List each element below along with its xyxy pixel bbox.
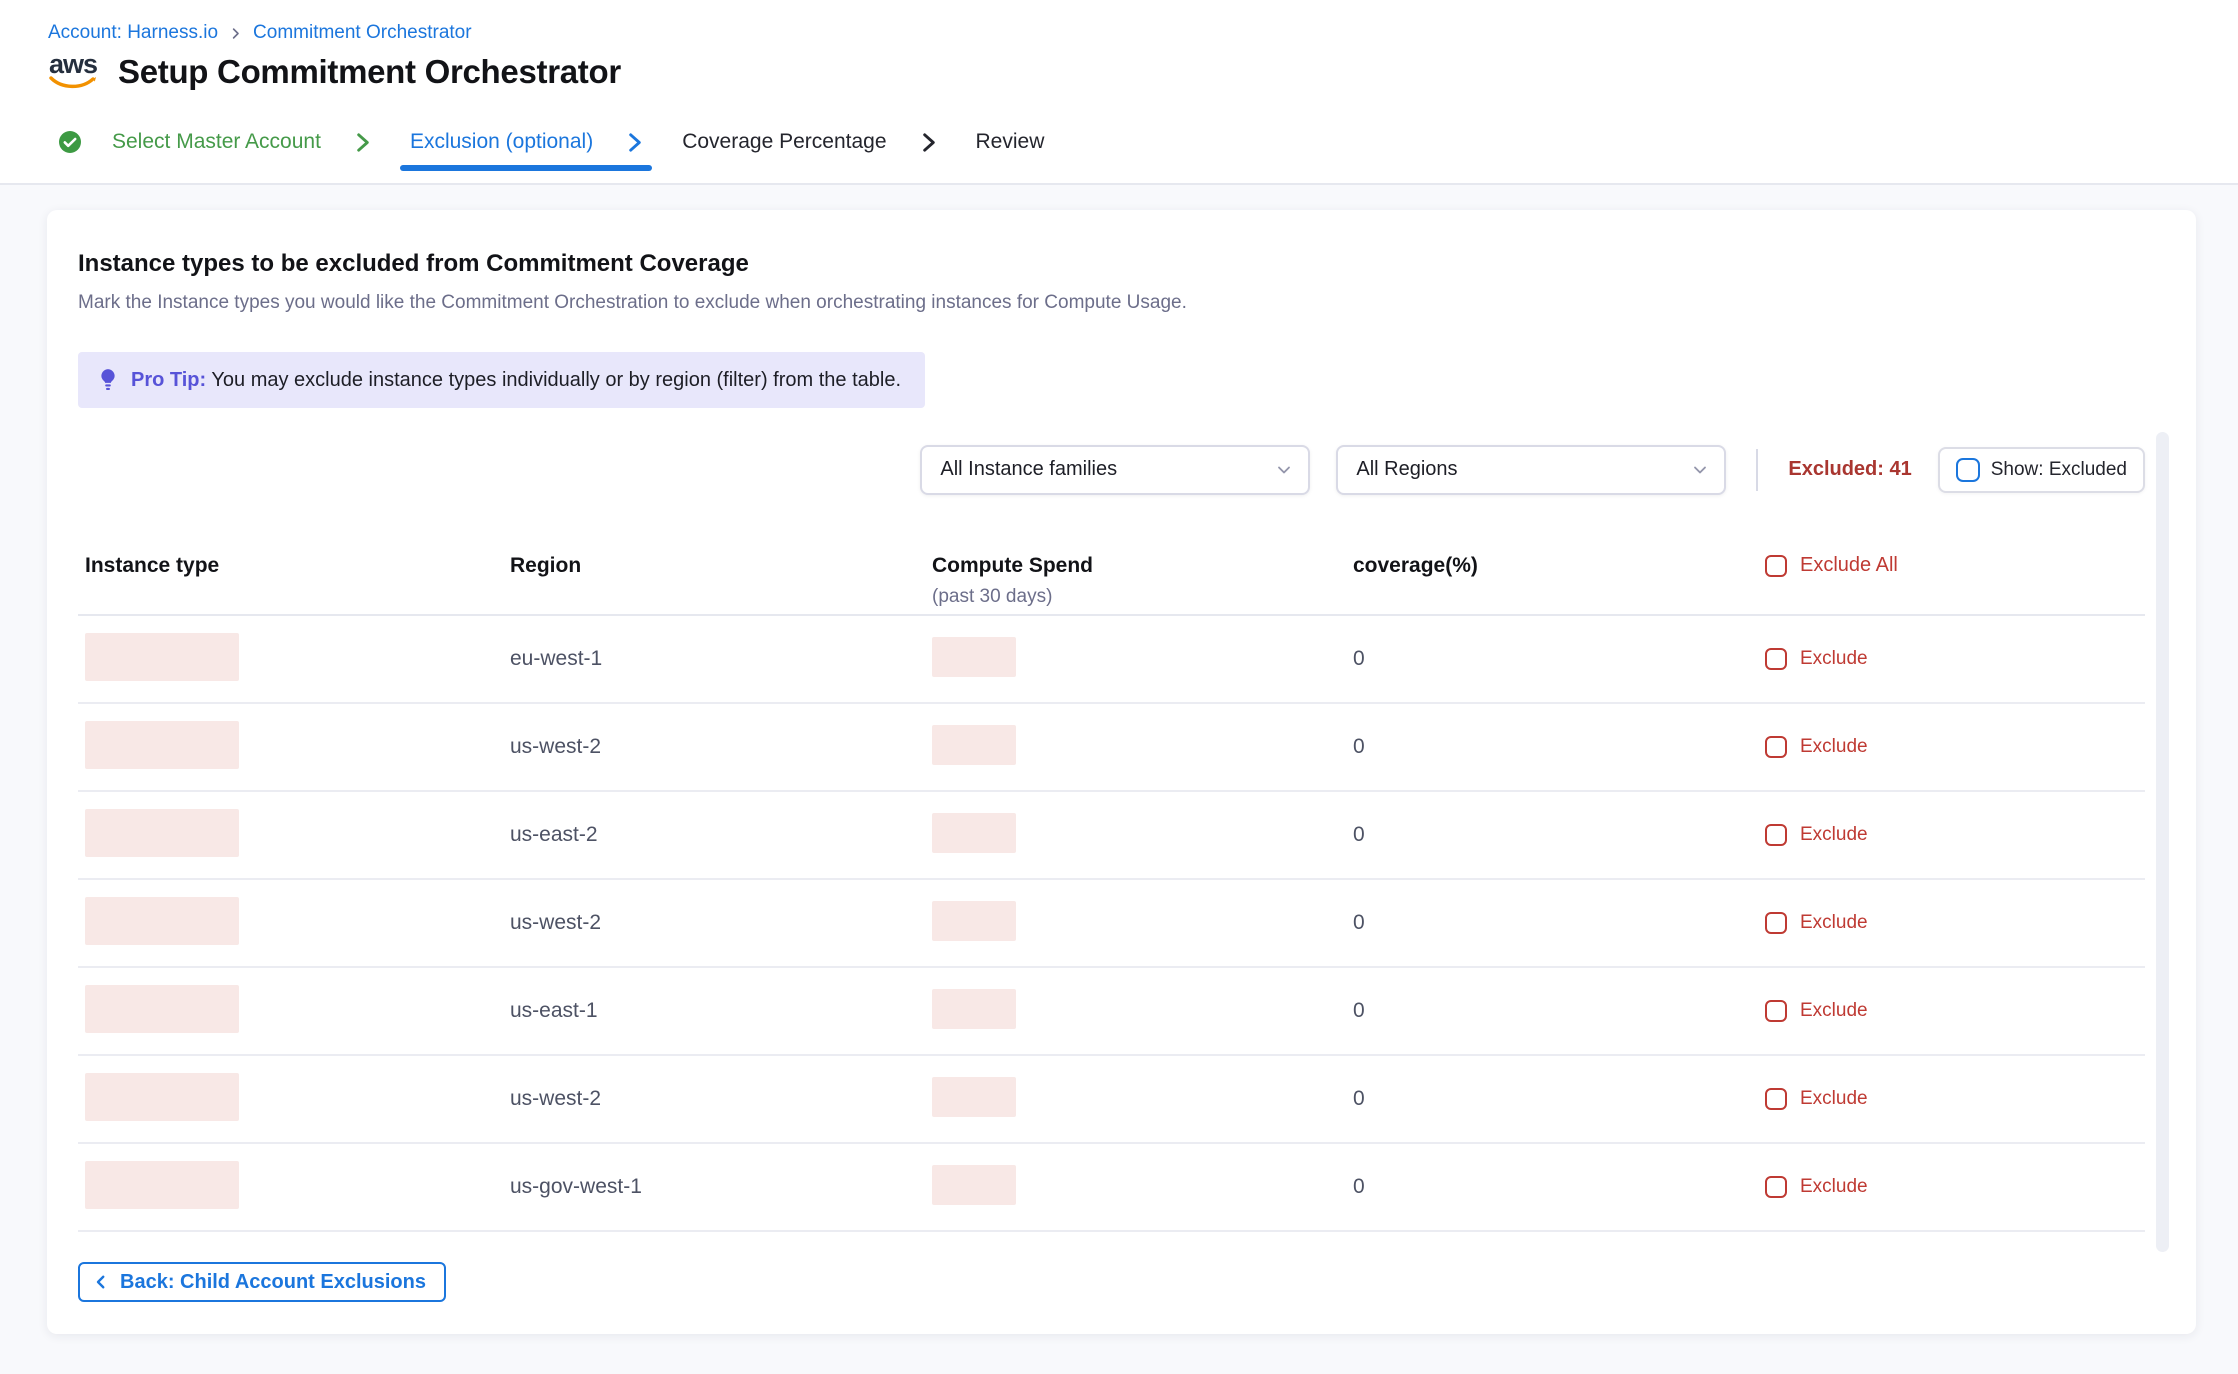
col-region: Region <box>510 554 925 578</box>
table-body: eu-west-1 0 Exclude us-west-2 0 Exclude … <box>78 616 2145 1232</box>
exclude-label[interactable]: Exclude <box>1800 1176 1868 1198</box>
chevron-left-icon <box>92 1273 110 1291</box>
chevron-right-icon <box>351 131 374 154</box>
exclude-checkbox[interactable] <box>1765 648 1787 670</box>
region-cell: eu-west-1 <box>510 647 602 670</box>
vertical-divider <box>1756 449 1758 491</box>
pro-tip-text: You may exclude instance types individua… <box>211 369 901 391</box>
exclude-checkbox[interactable] <box>1765 912 1787 934</box>
breadcrumb-chevron-icon <box>228 26 243 41</box>
exclude-label[interactable]: Exclude <box>1800 912 1868 934</box>
top-header: Account: Harness.io Commitment Orchestra… <box>0 0 2238 185</box>
pro-tip-banner: Pro Tip: You may exclude instance types … <box>78 352 925 408</box>
redacted-compute-spend <box>932 725 1016 765</box>
stepper: Select Master Account Exclusion (optiona… <box>58 130 1044 171</box>
aws-logo-icon: aws <box>48 52 98 91</box>
exclude-checkbox[interactable] <box>1765 1000 1787 1022</box>
table-row: us-west-2 0 Exclude <box>78 704 2145 792</box>
coverage-cell: 0 <box>1353 999 1365 1022</box>
show-excluded-toggle[interactable]: Show: Excluded <box>1938 447 2145 493</box>
table-row: us-west-2 0 Exclude <box>78 880 2145 968</box>
exclude-label[interactable]: Exclude <box>1800 736 1868 758</box>
exclude-checkbox[interactable] <box>1765 736 1787 758</box>
region-cell: us-west-2 <box>510 735 601 758</box>
coverage-cell: 0 <box>1353 911 1365 934</box>
exclusion-table: Instance type Region Compute Spend (past… <box>78 554 2145 1232</box>
table-row: us-east-2 0 Exclude <box>78 792 2145 880</box>
show-excluded-checkbox[interactable] <box>1956 458 1980 482</box>
step-coverage-percentage[interactable]: Coverage Percentage <box>682 130 939 171</box>
step-exclusion-optional[interactable]: Exclusion (optional) <box>410 130 646 171</box>
step-review[interactable]: Review <box>976 130 1045 171</box>
region-cell: us-gov-west-1 <box>510 1175 642 1198</box>
step-select-master-account[interactable]: Select Master Account <box>58 130 374 171</box>
redacted-compute-spend <box>932 1165 1016 1205</box>
check-circle-icon <box>58 130 82 154</box>
chevron-down-icon <box>1690 460 1710 480</box>
exclusion-card: Instance types to be excluded from Commi… <box>47 210 2196 1334</box>
exclude-label[interactable]: Exclude <box>1800 1088 1868 1110</box>
regions-select[interactable]: All Regions <box>1336 445 1726 495</box>
exclude-label[interactable]: Exclude <box>1800 648 1868 670</box>
redacted-compute-spend <box>932 901 1016 941</box>
redacted-instance-type <box>85 1161 239 1209</box>
coverage-cell: 0 <box>1353 823 1365 846</box>
table-row: eu-west-1 0 Exclude <box>78 616 2145 704</box>
pro-tip-label: Pro Tip: <box>131 369 206 391</box>
exclude-checkbox[interactable] <box>1765 1088 1787 1110</box>
excluded-count: Excluded: 41 <box>1788 458 1911 481</box>
col-coverage: coverage(%) <box>1345 554 1765 578</box>
region-cell: us-west-2 <box>510 911 601 934</box>
exclude-label[interactable]: Exclude <box>1800 1000 1868 1022</box>
redacted-instance-type <box>85 1073 239 1121</box>
chevron-right-icon <box>917 131 940 154</box>
exclude-all-label[interactable]: Exclude All <box>1800 554 1898 577</box>
card-subheading: Mark the Instance types you would like t… <box>78 291 2145 314</box>
redacted-instance-type <box>85 985 239 1033</box>
exclude-checkbox[interactable] <box>1765 1176 1787 1198</box>
chevron-down-icon <box>1274 460 1294 480</box>
coverage-cell: 0 <box>1353 1087 1365 1110</box>
redacted-compute-spend <box>932 1077 1016 1117</box>
table-row: us-west-2 0 Exclude <box>78 1056 2145 1144</box>
chevron-right-icon <box>623 131 646 154</box>
redacted-compute-spend <box>932 637 1016 677</box>
instance-families-select[interactable]: All Instance families <box>920 445 1310 495</box>
lightbulb-icon <box>98 366 118 394</box>
back-button[interactable]: Back: Child Account Exclusions <box>78 1262 446 1302</box>
redacted-instance-type <box>85 897 239 945</box>
coverage-cell: 0 <box>1353 1175 1365 1198</box>
table-row: us-gov-west-1 0 Exclude <box>78 1144 2145 1232</box>
region-cell: us-west-2 <box>510 1087 601 1110</box>
page-title: Setup Commitment Orchestrator <box>118 53 621 91</box>
breadcrumb-account-link[interactable]: Account: Harness.io <box>48 22 218 44</box>
coverage-cell: 0 <box>1353 735 1365 758</box>
region-cell: us-east-2 <box>510 823 598 846</box>
redacted-instance-type <box>85 809 239 857</box>
col-compute-spend: Compute Spend <box>932 554 1345 578</box>
breadcrumb: Account: Harness.io Commitment Orchestra… <box>48 22 472 44</box>
card-heading: Instance types to be excluded from Commi… <box>78 250 2145 278</box>
active-step-underline <box>400 165 652 171</box>
redacted-instance-type <box>85 721 239 769</box>
exclude-all-checkbox[interactable] <box>1765 555 1787 577</box>
filters-row: All Instance families All Regions Exclud… <box>78 444 2145 495</box>
col-compute-spend-sub: (past 30 days) <box>932 586 1345 608</box>
table-row: us-east-1 0 Exclude <box>78 968 2145 1056</box>
vertical-scrollbar[interactable] <box>2156 432 2169 1252</box>
coverage-cell: 0 <box>1353 647 1365 670</box>
redacted-instance-type <box>85 633 239 681</box>
col-instance-type: Instance type <box>78 554 510 578</box>
region-cell: us-east-1 <box>510 999 598 1022</box>
exclude-label[interactable]: Exclude <box>1800 824 1868 846</box>
exclude-checkbox[interactable] <box>1765 824 1787 846</box>
redacted-compute-spend <box>932 989 1016 1029</box>
redacted-compute-spend <box>932 813 1016 853</box>
page-content: Instance types to be excluded from Commi… <box>0 187 2238 1374</box>
table-header: Instance type Region Compute Spend (past… <box>78 554 2145 616</box>
breadcrumb-page-link[interactable]: Commitment Orchestrator <box>253 22 472 44</box>
